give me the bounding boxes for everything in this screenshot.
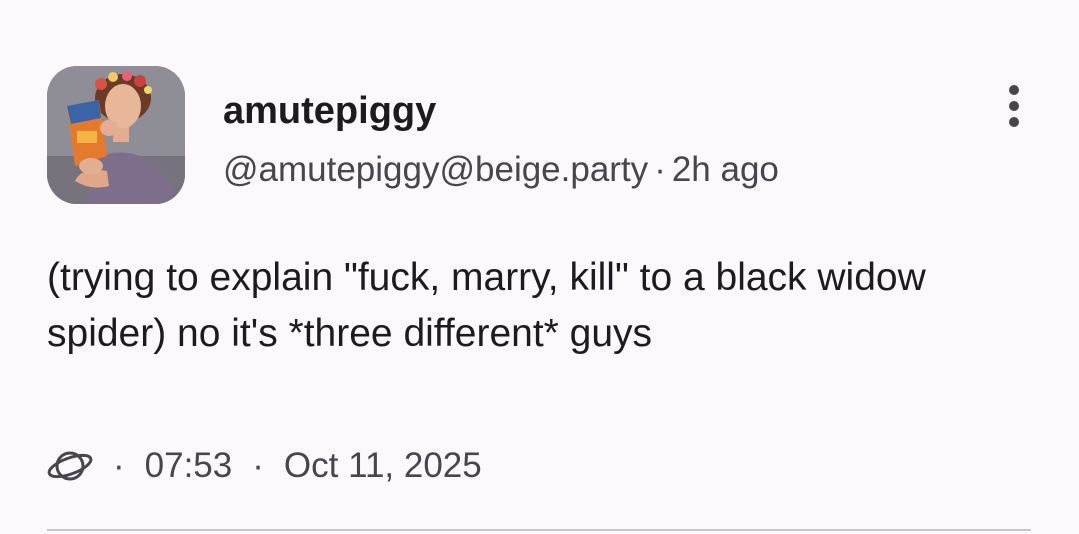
post-date: Oct 11, 2025 xyxy=(283,446,482,485)
footer-separator: · xyxy=(252,446,264,485)
more-vert-icon-dot-3 xyxy=(1009,117,1019,127)
display-name[interactable]: amutepiggy xyxy=(223,88,436,134)
post-time: 07:53 xyxy=(144,446,233,485)
avatar[interactable] xyxy=(47,66,185,204)
post-footer: · 07:53 · Oct 11, 2025 xyxy=(47,440,482,492)
handle-line: @amutepiggy@beige.party · 2h ago xyxy=(223,148,779,192)
more-vert-icon xyxy=(1009,85,1019,95)
handle[interactable]: @amutepiggy@beige.party xyxy=(223,150,648,189)
more-vert-icon-dot-2 xyxy=(1009,101,1019,111)
footer-separator: · xyxy=(113,446,125,485)
divider xyxy=(47,529,1031,531)
post-content: (trying to explain "fuck, marry, kill" t… xyxy=(47,256,926,355)
more-options-button[interactable] xyxy=(990,80,1038,132)
separator: · xyxy=(654,150,666,189)
relative-time: 2h ago xyxy=(671,150,779,189)
post-card: amutepiggy @amutepiggy@beige.party · 2h ag… xyxy=(0,0,1079,534)
avatar-image xyxy=(47,66,185,204)
planet-icon xyxy=(47,451,93,481)
